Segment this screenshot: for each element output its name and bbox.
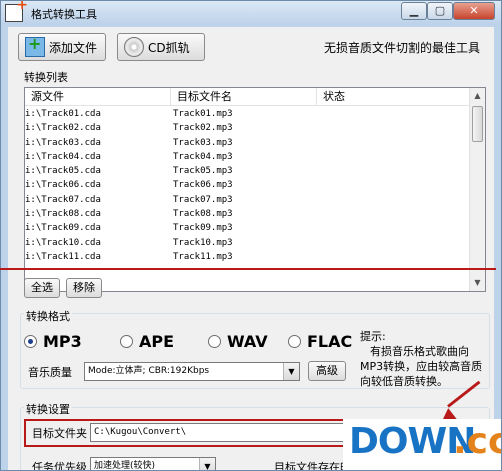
cell-target: Track01.mp3: [173, 109, 233, 119]
app-logo-icon: [5, 1, 28, 22]
cell-source: i:\Track08.cda: [25, 209, 101, 220]
priority-select[interactable]: 加速处理(较快) ▼: [90, 457, 216, 471]
settings-label: 转换设置: [24, 401, 72, 417]
target-folder-input[interactable]: C:\Kugou\Convert\: [90, 423, 376, 442]
quality-value: Mode:立体声; CBR:192Kbps: [88, 366, 210, 376]
quality-label: 音乐质量: [28, 366, 72, 379]
advanced-button[interactable]: 高级: [308, 361, 346, 381]
cell-source: i:\Track01.cda: [25, 109, 101, 119]
priority-value: 加速处理(较快): [94, 461, 156, 471]
add-file-icon: [25, 34, 45, 57]
maximize-button[interactable]: ▢: [427, 2, 453, 20]
list-scrollbar[interactable]: ▲ ▼: [469, 88, 485, 291]
convert-list[interactable]: 源文件 目标文件名 状态 i:\Track01.cda Track01.mp3 i…: [24, 87, 486, 292]
cell-target: Track10.mp3: [173, 237, 233, 248]
column-header-target[interactable]: 目标文件名: [171, 88, 317, 105]
radio-ape[interactable]: APE: [120, 332, 174, 351]
exists-label: 目标文件存在时: [274, 461, 351, 471]
radio-wav[interactable]: WAV: [208, 332, 268, 351]
radio-unselected-icon: [208, 335, 221, 348]
cell-target: Track07.mp3: [173, 194, 233, 205]
table-row[interactable]: i:\Track04.cda Track04.mp3: [25, 150, 471, 164]
cell-target: Track09.mp3: [173, 223, 233, 234]
radio-flac-label: FLAC: [307, 332, 353, 351]
cd-grab-label: CD抓轨: [148, 40, 190, 55]
radio-wav-label: WAV: [227, 332, 268, 351]
cell-source: i:\Track06.cda: [25, 180, 101, 191]
remove-button[interactable]: 移除: [66, 278, 102, 298]
list-header: 源文件 目标文件名 状态: [25, 88, 471, 106]
cell-target: Track04.mp3: [173, 151, 233, 162]
radio-flac[interactable]: FLAC: [288, 332, 352, 351]
radio-selected-icon: [24, 335, 37, 348]
cell-target: Track02.mp3: [173, 123, 233, 134]
cell-source: i:\Track09.cda: [25, 223, 101, 234]
client-area: 添加文件 CD抓轨 无损音质文件切割的最佳工具 转换列表 源文件 目标文件名 状…: [8, 27, 494, 471]
cd-grab-button[interactable]: CD抓轨: [117, 33, 205, 61]
radio-ape-label: APE: [139, 332, 175, 351]
cell-target: Track05.mp3: [173, 166, 233, 177]
radio-mp3[interactable]: MP3: [24, 332, 82, 351]
scroll-down-arrow-icon[interactable]: ▼: [470, 275, 485, 291]
watermark-logo: DOWN .cc: [343, 419, 501, 470]
table-row[interactable]: i:\Track01.cda Track01.mp3: [25, 107, 471, 121]
cell-target: Track03.mp3: [173, 137, 233, 148]
table-row[interactable]: i:\Track10.cda Track10.mp3: [25, 236, 471, 250]
cell-source: i:\Track02.cda: [25, 123, 101, 134]
cell-source: i:\Track05.cda: [25, 166, 101, 177]
add-file-label: 添加文件: [49, 40, 98, 55]
cell-source: i:\Track11.cda: [25, 251, 101, 262]
app-window: 格式转换工具 ▁ ▢ ✕ 添加文件 CD抓轨 无损音质文件切割的最佳工具 转换列…: [0, 0, 502, 471]
column-header-source[interactable]: 源文件: [25, 88, 171, 105]
chevron-down-icon[interactable]: ▼: [199, 458, 215, 470]
cell-source: i:\Track07.cda: [25, 194, 101, 205]
add-file-button[interactable]: 添加文件: [18, 33, 106, 61]
cell-source: i:\Track03.cda: [25, 137, 101, 148]
chevron-down-icon[interactable]: ▼: [283, 363, 299, 380]
column-header-status[interactable]: 状态: [317, 88, 471, 105]
minimize-button[interactable]: ▁: [401, 2, 427, 20]
scroll-up-arrow-icon[interactable]: ▲: [470, 88, 485, 104]
table-row[interactable]: i:\Track06.cda Track06.mp3: [25, 178, 471, 192]
radio-mp3-label: MP3: [43, 332, 82, 351]
list-rows: i:\Track01.cda Track01.mp3 i:\Track02.cda…: [25, 107, 471, 264]
table-row[interactable]: i:\Track03.cda Track03.mp3: [25, 136, 471, 150]
hint-title: 提示:: [360, 330, 386, 343]
hint-text: 有损音乐格式歌曲向MP3转换，应由较高音质向较低音质转换。: [360, 345, 483, 388]
title-bar[interactable]: 格式转换工具 ▁ ▢ ✕: [1, 1, 501, 25]
table-row[interactable]: i:\Track09.cda Track09.mp3: [25, 221, 471, 235]
convert-list-label: 转换列表: [24, 71, 68, 84]
cell-source: i:\Track04.cda: [25, 151, 101, 162]
cell-target: Track11.mp3: [173, 251, 233, 262]
table-row[interactable]: i:\Track07.cda Track07.mp3: [25, 193, 471, 207]
divider-red-line: [0, 268, 496, 270]
watermark-text-orange: .cc: [453, 421, 501, 462]
window-title: 格式转换工具: [31, 8, 97, 21]
format-label: 转换格式: [24, 308, 72, 324]
close-button[interactable]: ✕: [453, 2, 495, 20]
radio-unselected-icon: [288, 335, 301, 348]
quality-select[interactable]: Mode:立体声; CBR:192Kbps ▼: [84, 362, 300, 381]
priority-label: 任务优先级: [32, 461, 87, 471]
hint-box: 提示: 有损音乐格式歌曲向MP3转换，应由较高音质向较低音质转换。: [360, 329, 488, 389]
scroll-thumb[interactable]: [472, 106, 483, 142]
target-folder-label: 目标文件夹: [32, 427, 87, 440]
cell-source: i:\Track10.cda: [25, 237, 101, 248]
select-all-button[interactable]: 全选: [24, 278, 60, 298]
cell-target: Track06.mp3: [173, 180, 233, 191]
radio-unselected-icon: [120, 335, 133, 348]
table-row[interactable]: i:\Track02.cda Track02.mp3: [25, 121, 471, 135]
table-row[interactable]: i:\Track05.cda Track05.mp3: [25, 164, 471, 178]
table-row[interactable]: i:\Track11.cda Track11.mp3: [25, 250, 471, 264]
slogan-text: 无损音质文件切割的最佳工具: [323, 41, 480, 55]
cd-disc-icon: [124, 37, 144, 57]
cell-target: Track08.mp3: [173, 209, 233, 220]
table-row[interactable]: i:\Track08.cda Track08.mp3: [25, 207, 471, 221]
